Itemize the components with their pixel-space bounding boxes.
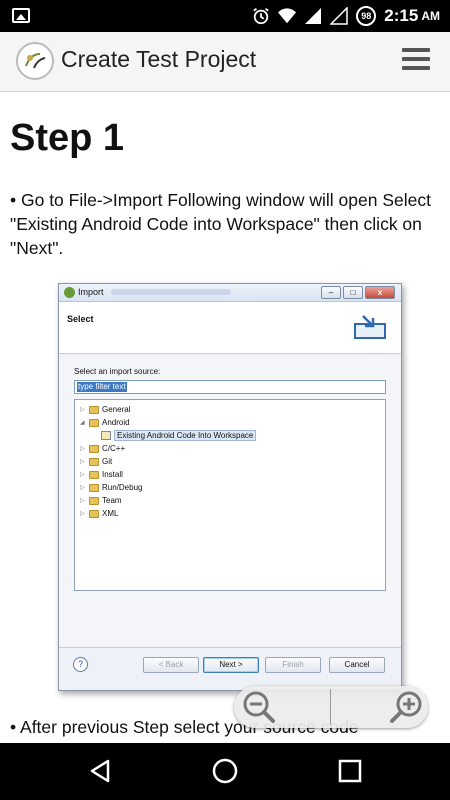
app-bar: Create Test Project [0,32,450,92]
import-wizard-icon [354,315,386,339]
alarm-icon [253,8,269,25]
folder-icon [89,457,99,466]
finish-button: Finish [265,657,321,673]
step-description: • Go to File->Import Following window wi… [10,190,431,258]
app-logo[interactable] [16,42,54,80]
battery-badge: 98 [356,6,377,26]
signal-icon [305,8,322,24]
wifi-icon [278,8,297,24]
import-source-tree: ▷ General ◢ Android Existing Android Code … [74,399,386,591]
dialog-header: Select [59,302,401,354]
next-button: Next > [203,657,259,673]
tree-item: ◢ Android [80,418,130,427]
clock-ampm: AM [421,9,440,23]
status-icons: 98 2:15 AM [252,0,440,32]
app-title: Create Test Project [61,46,257,72]
home-icon[interactable] [211,757,239,785]
content-area[interactable]: Step 1 • Go to File->Import Following wi… [0,93,450,743]
folder-icon [89,405,99,414]
clock-time: 2:15 [384,6,419,25]
filter-text: type filter text [77,382,127,392]
recents-icon[interactable] [336,757,364,785]
tree-item: ▷ General [80,405,131,414]
folder-icon [89,496,99,505]
dialog-body: Select an import source: type filter tex… [59,355,401,647]
zoom-in-icon[interactable] [389,690,423,724]
back-icon[interactable] [86,757,114,785]
folder-icon [89,444,99,453]
close-icon: x [365,286,395,299]
minimize-icon: – [321,286,341,299]
dialog-footer: ? < Back Next > Finish Cancel [59,647,401,690]
help-icon: ? [73,657,88,672]
signal-empty-icon [330,7,349,25]
zoom-divider [330,689,331,725]
tree-item: ▷ Team [80,496,122,505]
import-source-label: Select an import source: [74,367,161,376]
tree-item: ▷ Run/Debug [80,483,143,492]
status-bar: 98 2:15 AM [0,0,450,32]
window-buttons: – □ x [321,286,395,299]
tree-item-selected: Existing Android Code Into Workspace [101,429,257,442]
dialog-title: Import [78,287,104,297]
back-button: < Back [143,657,199,673]
dialog-titlebar: Import – □ x [59,284,401,302]
folder-icon [89,418,99,427]
navigation-bar [0,743,450,800]
step-title: Step 1 [10,117,125,159]
folder-icon [89,483,99,492]
folder-icon [89,509,99,518]
android-project-icon [101,431,111,440]
tree-item: ▷ Install [80,470,123,479]
tree-item: ▷ XML [80,509,119,518]
app-logo-icon [25,53,46,69]
blurred-title-text [111,289,231,295]
tree-item: ▷ Git [80,457,113,466]
dialog-header-title: Select [67,314,94,324]
maximize-icon: □ [343,286,363,299]
eclipse-icon [64,287,75,298]
import-dialog-screenshot: Import – □ x Select Select an import sou… [58,283,402,691]
folder-icon [89,470,99,479]
tree-item: ▷ C/C++ [80,444,126,453]
cancel-button: Cancel [329,657,385,673]
filter-input: type filter text [74,380,386,394]
zoom-control [234,686,428,728]
zoom-out-icon[interactable] [242,690,276,724]
hamburger-menu-icon[interactable] [402,48,430,72]
image-icon [12,8,30,23]
